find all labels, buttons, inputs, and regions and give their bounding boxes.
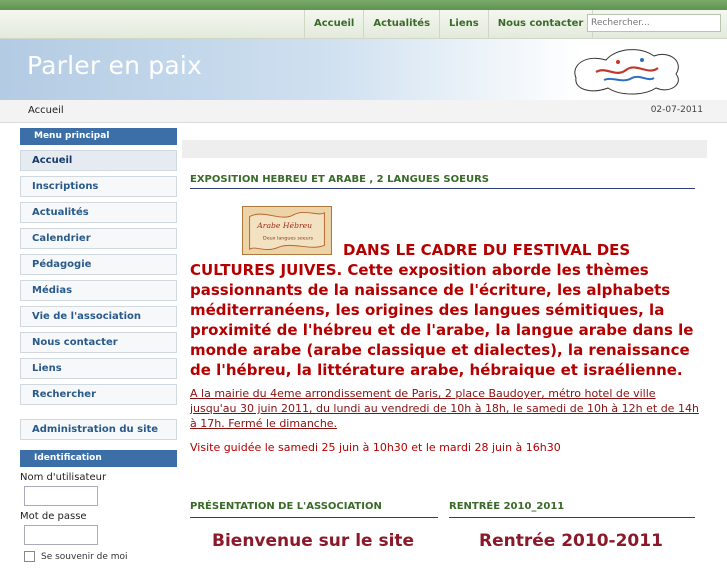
sidebar-item-administration[interactable]: Administration du site [20,419,177,440]
article-title[interactable]: EXPOSITION HEBREU ET ARABE , 2 LANGUES S… [190,174,489,185]
sidebar-item-nous-contacter[interactable]: Nous contacter [20,332,177,353]
column-heading-presentation: Bienvenue sur le site [212,531,415,551]
sidebar-item-inscriptions[interactable]: Inscriptions [20,176,177,197]
top-nav-contact[interactable]: Nous contacter [487,10,594,38]
column-title-rentree[interactable]: RENTRÉE 2010_2011 [449,501,564,512]
sidebar-item-rechercher[interactable]: Rechercher [20,384,177,405]
site-title: Parler en paix [27,51,203,80]
sidebar-item-liens[interactable]: Liens [20,358,177,379]
remember-label: Se souvenir de moi [41,551,128,562]
sidebar-item-actualites[interactable]: Actualités [20,202,177,223]
sidebar-item-accueil[interactable]: Accueil [20,150,177,171]
image-caption: Arabe Hébreu [256,221,312,230]
top-accent-bar [0,0,727,10]
article-location-link[interactable]: A la mairie du 4eme arrondissement de Pa… [190,386,702,431]
article-title-rule [190,188,695,189]
top-navigation: Accueil Actualités Liens Nous contacter [0,10,727,39]
site-logo [574,49,679,95]
sidebar-item-pedagogie[interactable]: Pédagogie [20,254,177,275]
sidebar-item-vie-association[interactable]: Vie de l'association [20,306,177,327]
content-top-bar [182,140,707,158]
column-rule-rentree [449,517,695,518]
breadcrumb[interactable]: Accueil [28,105,64,116]
sidebar: Menu principal Accueil Inscriptions Actu… [20,128,177,571]
top-nav-accueil[interactable]: Accueil [304,10,363,38]
article-body: DANS LE CADRE DU FESTIVAL DES CULTURES J… [190,241,694,379]
top-nav-links: Accueil Actualités Liens Nous contacter [304,10,594,38]
sidebar-menu-title: Menu principal [20,128,177,145]
remember-checkbox[interactable] [24,551,35,562]
password-label: Mot de passe [20,511,87,522]
article-visit-info: Visite guidée le samedi 25 juin à 10h30 … [190,441,561,454]
username-label: Nom d'utilisateur [20,472,107,483]
identification-title: Identification [20,450,177,467]
column-heading-rentree: Rentrée 2010-2011 [479,531,663,551]
search-input[interactable] [587,14,721,32]
password-field[interactable] [24,525,98,545]
column-title-presentation[interactable]: PRÉSENTATION DE L'ASSOCIATION [190,501,382,512]
sidebar-item-medias[interactable]: Médias [20,280,177,301]
column-rule-presentation [190,517,438,518]
sidebar-item-calendrier[interactable]: Calendrier [20,228,177,249]
top-nav-actualites[interactable]: Actualités [363,10,439,38]
remember-row: Se souvenir de moi [20,551,177,571]
breadcrumb-bar: Accueil 02-07-2011 [0,100,727,123]
remember-me[interactable]: Se souvenir de moi [24,551,128,562]
top-nav-liens[interactable]: Liens [439,10,488,38]
username-field[interactable] [24,486,98,506]
current-date: 02-07-2011 [650,105,703,115]
